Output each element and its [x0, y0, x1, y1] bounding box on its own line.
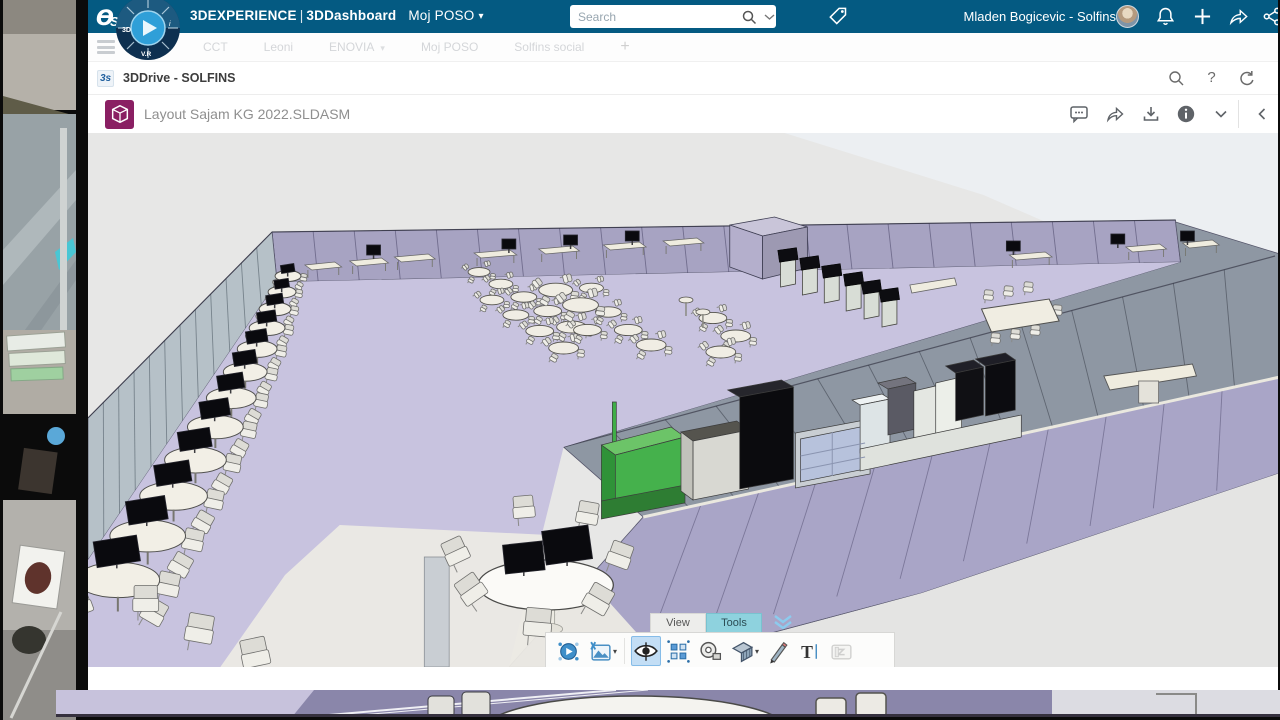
search-options-chevron-icon[interactable]	[764, 13, 775, 21]
hide-show-button[interactable]	[631, 636, 661, 666]
capture-media-icon	[588, 639, 613, 664]
chevron-down-icon: ▾	[380, 43, 385, 53]
share-arrow-icon[interactable]	[1228, 6, 1249, 27]
collapse-panel-chevron-left-icon[interactable]	[1252, 104, 1272, 124]
background-photo-graphic	[3, 0, 76, 720]
viewer-toolbar: ▾	[545, 632, 895, 667]
app-title: 3DEXPERIENCE|3DDashboard Moj POSO ▾	[190, 8, 484, 23]
comments-icon[interactable]	[1069, 104, 1089, 124]
download-icon[interactable]	[1141, 104, 1161, 124]
svg-text:V.R: V.R	[141, 51, 152, 58]
refresh-icon[interactable]	[1237, 69, 1256, 88]
title-divider: |	[297, 8, 307, 23]
ink-draw-button[interactable]	[762, 636, 792, 666]
help-icon[interactable]: ?	[1202, 69, 1221, 88]
tag-icon[interactable]	[828, 6, 849, 27]
background-3d-strip-graphic	[56, 690, 1280, 717]
3d-scene-render	[88, 133, 1278, 667]
background-3d-strip	[56, 690, 1280, 717]
drive-title: 3DDrive - SOLFINS	[123, 71, 236, 85]
manipulate-selection-button[interactable]	[663, 636, 693, 666]
tab-view[interactable]: View	[650, 613, 706, 632]
3ddrive-logo-icon: 3s	[97, 70, 114, 87]
desktop-background-photo	[3, 0, 76, 720]
play-experience-button[interactable]	[553, 636, 583, 666]
platform-top-bar: Ɵ S 3DEXPERIENCE|3DDashboard Moj POSO▾ M…	[88, 0, 1278, 33]
chevron-down-icon[interactable]: ▾	[755, 647, 759, 656]
pencil-icon	[765, 639, 790, 664]
search-icon[interactable]	[1167, 69, 1186, 88]
divider	[624, 638, 625, 664]
chevron-down-icon[interactable]: ▾	[478, 11, 483, 22]
text-annotation-button[interactable]: T	[794, 636, 824, 666]
tab-moj-poso[interactable]: Moj POSO	[421, 40, 478, 54]
svg-text:3D: 3D	[122, 27, 131, 34]
tab-cct[interactable]: CCT	[203, 40, 228, 54]
tab-solfins-social[interactable]: Solfins social	[514, 40, 584, 54]
chevron-down-icon[interactable]	[1211, 104, 1231, 124]
share-arrow-icon[interactable]	[1105, 104, 1125, 124]
drive-header: 3s 3DDrive - SOLFINS ?	[88, 62, 1278, 95]
section-plane-icon	[730, 639, 755, 664]
add-content-icon[interactable]	[1192, 6, 1213, 27]
global-search	[570, 5, 776, 28]
compare-disabled-button	[826, 636, 856, 666]
eye-icon	[633, 638, 659, 664]
search-icon[interactable]	[741, 9, 757, 25]
measure-tape-icon	[698, 639, 723, 664]
viewer-tab-switcher: View Tools	[650, 613, 762, 632]
avatar[interactable]	[1116, 5, 1139, 28]
assembly-cube-icon	[105, 100, 134, 129]
text-tool-icon: T	[797, 639, 822, 664]
section-button[interactable]	[727, 636, 757, 666]
selection-squares-icon	[666, 639, 691, 664]
3dexperience-window: Ɵ S 3DEXPERIENCE|3DDashboard Moj POSO▾ M…	[88, 0, 1278, 690]
compare-icon	[829, 639, 854, 664]
measure-button[interactable]	[695, 636, 725, 666]
play-experience-icon	[556, 639, 581, 664]
hamburger-menu-icon[interactable]	[97, 40, 115, 54]
divider	[1238, 100, 1239, 128]
document-title: Layout Sajam KG 2022.SLDASM	[144, 106, 350, 122]
tab-leoni[interactable]: Leoni	[264, 40, 293, 54]
collapse-toolbar-double-chevron-icon[interactable]	[772, 614, 794, 631]
window-footer-space	[88, 667, 1278, 690]
capture-media-button[interactable]	[585, 636, 615, 666]
3dcompass-icon[interactable]: 3D V.R i	[114, 0, 182, 62]
chevron-down-icon[interactable]: ▾	[613, 647, 617, 656]
user-name[interactable]: Mladen Bogicevic - Solfins	[964, 9, 1116, 24]
tab-enovia[interactable]: ENOVIA▾	[329, 40, 385, 54]
search-input[interactable]	[570, 10, 741, 24]
brand-name: 3DEXPERIENCE	[190, 8, 297, 23]
3d-viewport[interactable]: View Tools	[88, 133, 1278, 667]
notifications-bell-icon[interactable]	[1155, 6, 1176, 27]
tab-tools[interactable]: Tools	[706, 613, 762, 632]
share-network-icon[interactable]	[1262, 6, 1278, 27]
app-name: 3DDashboard	[306, 8, 396, 23]
dashboard-tab-bar: CCT Leoni ENOVIA▾ Moj POSO Solfins socia…	[88, 33, 1278, 62]
info-icon[interactable]	[1176, 104, 1196, 124]
dashboard-selector[interactable]: Moj POSO	[408, 8, 474, 23]
document-bar: Layout Sajam KG 2022.SLDASM	[88, 95, 1278, 133]
svg-text:T: T	[801, 641, 813, 661]
add-tab-button[interactable]: +	[620, 38, 629, 56]
